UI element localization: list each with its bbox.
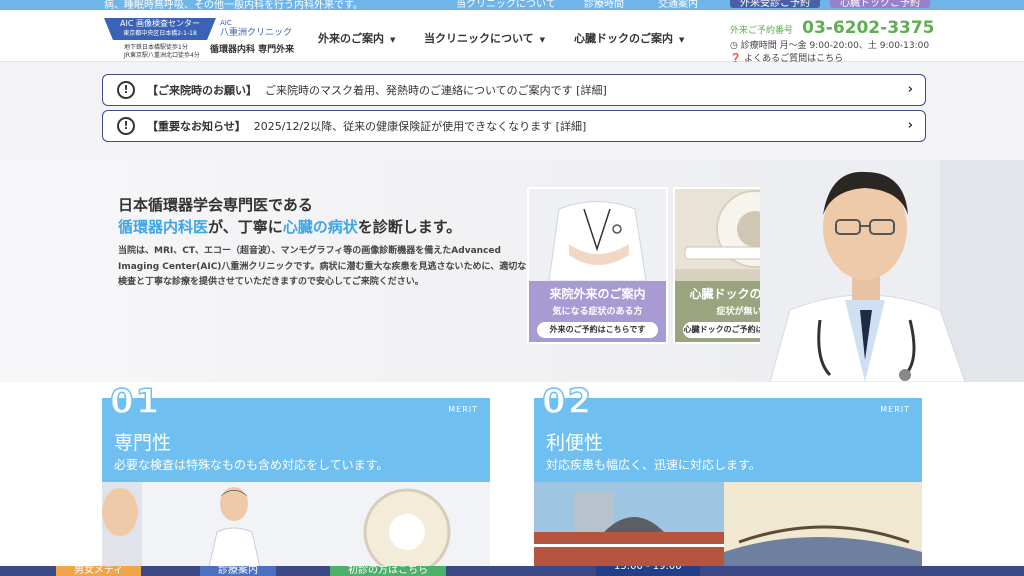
nav-dock-label: 心臓ドックのご案内 bbox=[574, 32, 673, 45]
clock-icon: ◷ bbox=[730, 41, 738, 51]
hero-description: 当院は、MRI、CT、エコー（超音波）、マンモグラフィ等の画像診断機器を備えたA… bbox=[118, 246, 527, 287]
top-link-access[interactable]: 交通案内 bbox=[658, 0, 698, 10]
bottom-item-1[interactable]: 男女メディ bbox=[56, 566, 142, 576]
notice-area: ! 【ご来院時のお願い】 ご来院時のマスク着用、発熱時のご連絡についてのご案内で… bbox=[0, 62, 1024, 160]
hero-highlight-doctor: 循環器内科医 bbox=[118, 218, 209, 236]
notice-text: 2025/12/2以降、従来の健康保険証が使用できなくなります [詳細] bbox=[253, 120, 587, 133]
hero-heading-text: を診断します。 bbox=[357, 218, 462, 236]
hero-heading-1: 日本循環器学会専門医である bbox=[118, 196, 313, 214]
bottom-nav-bar: 男女メディ 診療案内 初診の方はこちら 15:00 - 19:00 bbox=[0, 566, 1024, 576]
site-header: AIC 画像検査センター 東京都中央区日本橋2-1-18 AIC 八重洲クリニッ… bbox=[0, 10, 1024, 64]
card-title: 来院外来のご案内 bbox=[549, 287, 646, 301]
hero-heading-2: 循環器内科医が、丁寧に心臓の病状を診断します。 bbox=[118, 216, 461, 237]
merit-expertise: MERIT 専門性 必要な検査は特殊なものも含め対応をしています。 01 bbox=[102, 381, 490, 576]
merit-convenience: MERIT 利便性 対応疾患も幅広く、迅速に対応します。 02 bbox=[534, 381, 922, 576]
site-tagline: 病、睡眠時無呼吸、その他一般内科を行う内科外来です。 bbox=[104, 0, 363, 10]
notice-text: ご来院時のマスク着用、発熱時のご連絡についてのご案内です [詳細] bbox=[265, 84, 607, 97]
logo-badge-title: AIC 画像検査センター bbox=[120, 19, 200, 28]
bottom-item-2[interactable]: 診療案内 bbox=[200, 566, 276, 576]
logo-clinic-prefix: AIC bbox=[220, 19, 232, 27]
merit-title: 利便性 bbox=[546, 432, 604, 454]
contact-info: 外来ご予約番号 03-6202-3375 ◷ 診療時間 月～金 9:00-20:… bbox=[730, 18, 940, 64]
merit-number: 02 bbox=[541, 381, 594, 423]
reserve-outpatient-button[interactable]: 外来受診ご予約 bbox=[730, 0, 820, 9]
doctor-photo bbox=[760, 160, 1024, 382]
phone-number[interactable]: 03-6202-3375 bbox=[802, 18, 934, 38]
chevron-down-icon: ▼ bbox=[390, 36, 396, 44]
card-reserve-button[interactable]: 外来のご予約はこちらです bbox=[537, 322, 658, 338]
merit-label: MERIT bbox=[448, 405, 478, 414]
doctor-mri-photo bbox=[102, 482, 490, 576]
nav-about[interactable]: 当クリニックについて ▼ bbox=[424, 30, 545, 46]
card-subtitle: 気になる症状のある方 bbox=[552, 307, 643, 317]
logo-clinic-name: AIC 八重洲クリニック bbox=[220, 18, 292, 38]
merit-number: 01 bbox=[109, 381, 162, 423]
logo-department: 循環器内科 専門外来 bbox=[210, 45, 295, 55]
top-info-bar: 病、睡眠時無呼吸、その他一般内科を行う内科外来です。 当クリニックについて 診療… bbox=[0, 0, 1024, 10]
exclamation-icon: ! bbox=[117, 117, 135, 135]
logo-badge-address: 東京都中央区日本橋2-1-18 bbox=[123, 30, 197, 37]
top-link-about[interactable]: 当クリニックについて bbox=[456, 0, 556, 10]
card-outpatient[interactable]: 来院外来のご案内 気になる症状のある方 外来のご予約はこちらです bbox=[527, 187, 668, 344]
clinic-logo[interactable]: AIC 画像検査センター 東京都中央区日本橋2-1-18 AIC 八重洲クリニッ… bbox=[102, 18, 298, 66]
notice-insurance[interactable]: ! 【重要なお知らせ】 2025/12/2以降、従来の健康保険証が使用できなくな… bbox=[102, 110, 926, 142]
tokyo-station-illustration bbox=[534, 482, 922, 576]
chevron-right-icon: › bbox=[907, 118, 913, 133]
reserve-dock-button[interactable]: 心臓ドックご予約 bbox=[830, 0, 930, 9]
logo-access-2: JR東京駅八重洲北口徒歩4分 bbox=[124, 52, 200, 59]
nav-dock[interactable]: 心臓ドックのご案内 ▼ bbox=[574, 30, 684, 46]
merit-subtitle: 対応疾患も幅広く、迅速に対応します。 bbox=[546, 458, 761, 472]
doctor-arms-photo bbox=[529, 189, 666, 281]
bottom-item-3[interactable]: 初診の方はこちら bbox=[330, 566, 446, 576]
bottom-item-4: 15:00 - 19:00 bbox=[596, 566, 700, 576]
merit-label: MERIT bbox=[880, 405, 910, 414]
notice-tag: 【ご来院時のお願い】 bbox=[147, 84, 257, 97]
hero-section: 日本循環器学会専門医である 循環器内科医が、丁寧に心臓の病状を診断します。 当院… bbox=[0, 160, 1024, 382]
nav-about-label: 当クリニックについて bbox=[424, 32, 534, 45]
chevron-right-icon: › bbox=[907, 82, 913, 97]
phone-label: 外来ご予約番号 bbox=[730, 26, 794, 36]
exclamation-icon: ! bbox=[117, 81, 135, 99]
nav-outpatient[interactable]: 外来のご案内 ▼ bbox=[318, 30, 395, 46]
nav-outpatient-label: 外来のご案内 bbox=[318, 32, 384, 45]
logo-clinic-title: 八重洲クリニック bbox=[220, 28, 293, 38]
hero-highlight-heart: 心臓の病状 bbox=[282, 218, 358, 236]
merit-title: 専門性 bbox=[114, 432, 172, 454]
chevron-down-icon: ▼ bbox=[679, 36, 685, 44]
hero-heading-text: が、丁寧に bbox=[208, 218, 283, 236]
notice-mask[interactable]: ! 【ご来院時のお願い】 ご来院時のマスク着用、発熱時のご連絡についてのご案内で… bbox=[102, 74, 926, 106]
top-link-hours[interactable]: 診療時間 bbox=[584, 0, 624, 10]
clinic-hours: 診療時間 月～金 9:00-20:00、土 9:00-13:00 bbox=[740, 41, 930, 51]
notice-tag: 【重要なお知らせ】 bbox=[147, 120, 246, 133]
chevron-down-icon: ▼ bbox=[539, 36, 546, 44]
merit-subtitle: 必要な検査は特殊なものも含め対応をしています。 bbox=[114, 458, 389, 472]
logo-badge: AIC 画像検査センター 東京都中央区日本橋2-1-18 bbox=[104, 18, 216, 40]
